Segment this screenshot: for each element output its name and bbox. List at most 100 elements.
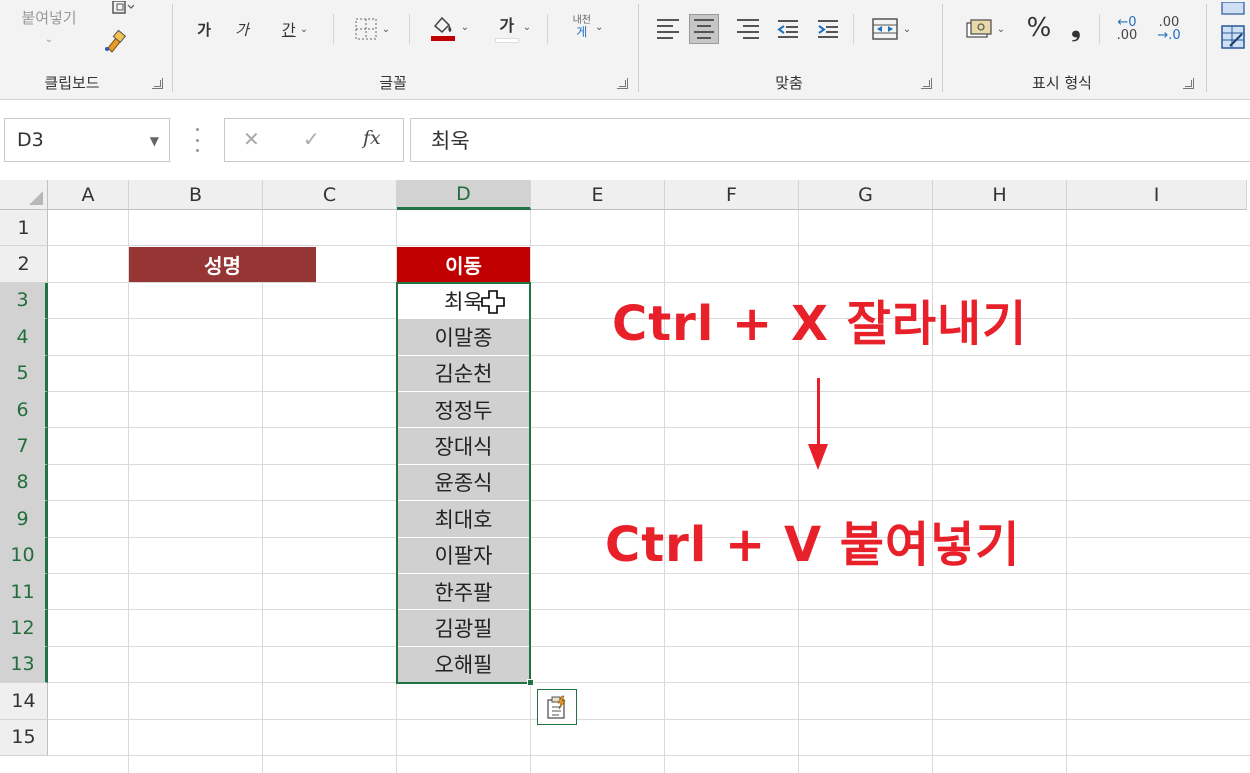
paste-options-button[interactable] — [537, 689, 577, 726]
decrease-indent-button[interactable] — [773, 14, 803, 44]
italic-label: 가 — [235, 20, 249, 39]
column-header-i[interactable]: I — [1067, 180, 1247, 210]
cell-b2-header[interactable]: 성명 — [129, 247, 316, 282]
copy-button[interactable] — [98, 0, 146, 18]
alignment-group-label: 맞춤 — [775, 74, 803, 92]
row-header-5[interactable]: 5 — [0, 355, 48, 392]
alignment-launcher-icon[interactable] — [921, 78, 932, 89]
align-left-button[interactable] — [653, 14, 683, 44]
clipboard-group-label: 클립보드 — [44, 74, 100, 92]
divider — [1099, 14, 1100, 44]
divider — [547, 14, 548, 44]
arrow-line — [817, 378, 820, 446]
format-painter-icon — [105, 29, 127, 53]
gridline-horizontal — [48, 718, 1250, 720]
cut-annotation: Ctrl + X 잘라내기 — [612, 296, 1028, 352]
bold-button[interactable]: 가 — [189, 14, 219, 44]
column-header-g[interactable]: G — [799, 180, 933, 210]
row-header-8[interactable]: 8 — [0, 464, 48, 502]
chevron-down-icon: ⌄ — [996, 23, 1006, 35]
paste-button[interactable]: 붙여넣기 ⌄ — [6, 4, 92, 48]
percent-button[interactable]: % — [1021, 12, 1057, 44]
fill-handle[interactable] — [527, 679, 534, 687]
insert-function-button[interactable]: fx — [363, 127, 381, 149]
increase-indent-button[interactable] — [813, 14, 843, 44]
gridline-vertical — [128, 210, 129, 773]
font-color-button[interactable]: 가 ⌄ — [485, 10, 541, 44]
column-header-h[interactable]: H — [933, 180, 1067, 210]
font-group-label: 글꼴 — [379, 74, 407, 92]
borders-button[interactable]: ⌄ — [343, 14, 401, 44]
enter-button[interactable]: ✓ — [303, 127, 320, 151]
align-right-button[interactable] — [733, 14, 763, 44]
format-painter-button[interactable] — [96, 22, 132, 58]
font-color-bar — [494, 37, 519, 43]
font-color-label: 가 — [499, 15, 515, 35]
font-launcher-icon[interactable] — [617, 78, 628, 89]
fill-color-button[interactable]: ⌄ — [421, 10, 477, 44]
clipboard-launcher-icon[interactable] — [152, 78, 163, 89]
row-header-15[interactable]: 15 — [0, 719, 48, 756]
row-header-10[interactable]: 10 — [0, 537, 48, 574]
row-header-6[interactable]: 6 — [0, 392, 48, 429]
underline-label: 간 — [281, 20, 296, 39]
decrease-decimal-button[interactable]: .00 →.0 — [1149, 12, 1189, 46]
phonetic-icon: 내천 게 — [573, 16, 591, 39]
select-all-button[interactable] — [0, 180, 48, 210]
gridline-horizontal — [48, 245, 1250, 247]
phonetic-button[interactable]: 내천 게 ⌄ — [557, 10, 619, 44]
row-header-7[interactable]: 7 — [0, 428, 48, 465]
row-header-11[interactable]: 11 — [0, 574, 48, 611]
paste-annotation: Ctrl + V 붙여넣기 — [605, 517, 1021, 573]
paste-label: 붙여넣기 — [21, 9, 77, 27]
cell-d2-header[interactable]: 이동 — [397, 247, 530, 282]
formula-value: 최욱 — [431, 129, 470, 153]
number-launcher-icon[interactable] — [1183, 78, 1194, 89]
column-header-d[interactable]: D — [397, 180, 531, 210]
gridline-horizontal — [48, 755, 1250, 756]
name-box[interactable]: D3 ▼ — [4, 118, 170, 162]
paste-options-icon — [547, 695, 566, 719]
increase-indent-icon — [818, 20, 838, 38]
gridline-vertical — [1066, 210, 1067, 773]
gridline-horizontal — [48, 682, 1250, 684]
copy-icon — [112, 1, 134, 14]
underline-button[interactable]: 간 ⌄ — [265, 14, 325, 44]
comma-style-button[interactable]: ❟ — [1061, 12, 1091, 44]
percent-label: % — [1026, 13, 1052, 43]
italic-button[interactable]: 가 — [227, 14, 257, 44]
cancel-button[interactable]: ✕ — [243, 127, 260, 151]
move-cursor-icon — [480, 289, 506, 315]
gridline-vertical — [262, 210, 263, 773]
conditional-format-button[interactable] — [1218, 0, 1248, 18]
row-header-4[interactable]: 4 — [0, 319, 48, 356]
column-header-f[interactable]: F — [665, 180, 799, 210]
row-header-3[interactable]: 3 — [0, 282, 48, 320]
column-header-c[interactable]: C — [263, 180, 397, 210]
row-header-13[interactable]: 13 — [0, 646, 48, 684]
merge-center-button[interactable]: ⌄ — [863, 14, 919, 44]
chevron-down-icon: ⌄ — [902, 23, 912, 35]
currency-button[interactable]: ⌄ — [957, 14, 1013, 44]
align-center-button[interactable] — [689, 14, 719, 44]
currency-icon — [966, 19, 992, 38]
row-header-1[interactable]: 1 — [0, 210, 48, 247]
column-header-e[interactable]: E — [531, 180, 665, 210]
chevron-down-icon: ⌄ — [381, 23, 391, 35]
column-header-b[interactable]: B — [129, 180, 263, 210]
row-header-9[interactable]: 9 — [0, 501, 48, 538]
format-as-table-button[interactable] — [1218, 22, 1248, 52]
formula-bar-grip-icon — [194, 128, 200, 152]
gridline-horizontal — [48, 645, 1250, 647]
row-header-14[interactable]: 14 — [0, 683, 48, 720]
clipboard-group: 붙여넣기 ⌄ 클립보드 — [0, 0, 172, 100]
row-header-12[interactable]: 12 — [0, 610, 48, 647]
increase-decimal-button[interactable]: ←0 .00 — [1107, 12, 1147, 46]
gridline-horizontal — [48, 281, 1250, 283]
column-header-a[interactable]: A — [48, 180, 129, 210]
borders-icon — [355, 18, 377, 40]
row-header-2[interactable]: 2 — [0, 246, 48, 283]
formula-input[interactable]: 최욱 — [410, 118, 1250, 162]
divider — [409, 14, 410, 44]
number-group: ⌄ % ❟ ←0 .00 .00 →.0 표시 형식 — [943, 0, 1205, 100]
